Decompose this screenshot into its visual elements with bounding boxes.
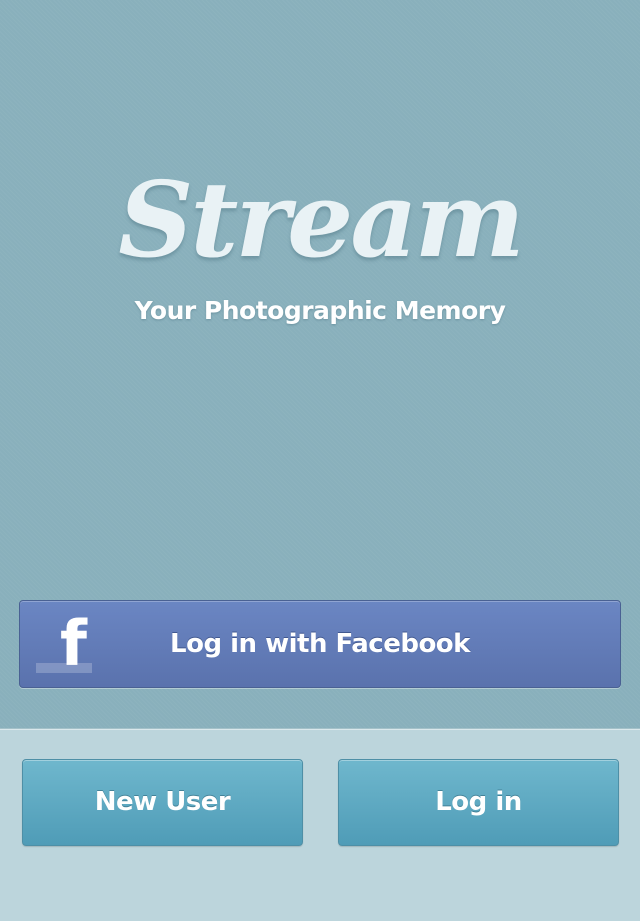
login-label: Log in (435, 787, 522, 817)
app-logo: Stream (118, 158, 525, 281)
facebook-login-label: Log in with Facebook (170, 629, 470, 659)
app-tagline: Your Photographic Memory (134, 296, 506, 325)
new-user-button[interactable]: New User (22, 759, 303, 846)
facebook-icon-bar (36, 663, 92, 673)
facebook-icon: f (34, 613, 96, 675)
facebook-login-button[interactable]: f Log in with Facebook (19, 600, 621, 688)
new-user-label: New User (94, 787, 231, 817)
login-button[interactable]: Log in (338, 759, 619, 846)
